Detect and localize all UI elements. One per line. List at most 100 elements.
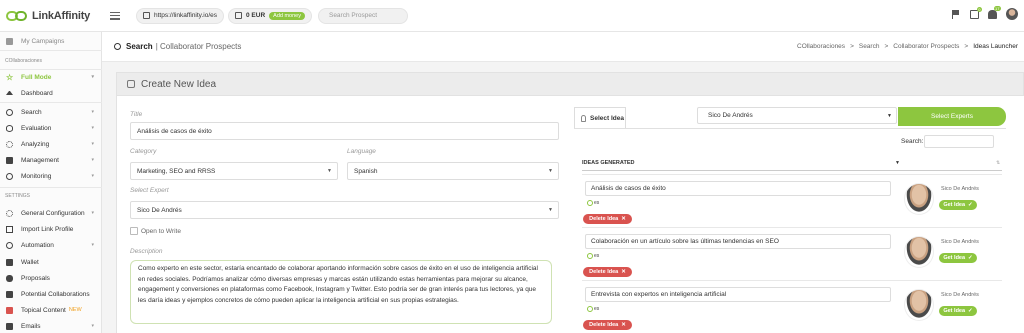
idea-title-input[interactable]: Análisis de casos de éxito — [585, 181, 891, 196]
sidebar-item-label: Management — [21, 156, 59, 164]
thumbs-up-icon — [6, 290, 13, 298]
sort-desc-icon[interactable]: ▼ — [895, 160, 900, 166]
get-idea-label: Get Idea — [943, 308, 966, 314]
page-subtitle: | Collaborator Prospects — [155, 42, 242, 51]
sidebar-item-full-mode[interactable]: ☆ Full Mode ▾ — [0, 71, 102, 83]
sidebar-item-monitoring[interactable]: Monitoring ▾ — [0, 170, 102, 182]
check-icon: ✓ — [968, 255, 973, 261]
breadcrumb-search[interactable]: Search — [859, 43, 880, 50]
sidebar-item-general-configuration[interactable]: General Configuration ▾ — [0, 207, 102, 219]
sort-icon[interactable]: ⇅ — [996, 160, 1000, 166]
table-search-input[interactable] — [924, 135, 994, 148]
category-select[interactable]: Marketing, SEO and RRSS ▼ — [130, 162, 338, 180]
sidebar-item-label: Monitoring — [21, 172, 52, 180]
ideas-expert-select[interactable]: Sico De Andrés ▼ — [697, 107, 897, 124]
sidebar-item-topical-content[interactable]: Topical Content NEW — [0, 304, 102, 316]
menu-icon[interactable] — [110, 11, 120, 20]
sidebar-item-search[interactable]: Search ▾ — [0, 106, 102, 118]
add-money-button[interactable]: Add money — [269, 11, 305, 20]
sidebar-item-label: Full Mode — [21, 73, 52, 81]
sidebar-item-potential-collaborations[interactable]: Potential Collaborations — [0, 288, 102, 300]
chevron-down-icon: ▾ — [91, 141, 94, 147]
delete-idea-button[interactable]: Delete Idea ✕ — [583, 267, 632, 277]
sidebar-item-dashboard[interactable]: Dashboard — [0, 87, 102, 99]
sidebar-item-label: Potential Collaborations — [21, 290, 90, 298]
chevron-down-icon: ▾ — [91, 74, 94, 80]
sidebar-item-label: General Configuration — [21, 209, 85, 217]
sidebar: My Campaigns COllaboraciones ☆ Full Mode… — [0, 32, 102, 333]
category-label: Category — [130, 148, 157, 155]
open-to-write-checkbox[interactable] — [130, 227, 138, 235]
logo-icon — [6, 10, 28, 22]
sidebar-item-analyzing[interactable]: Analyzing ▾ — [0, 138, 102, 150]
topical-content-icon — [6, 306, 13, 314]
sidebar-item-emails[interactable]: Emails ▾ — [0, 320, 102, 332]
select-experts-button[interactable]: Select Experts — [898, 107, 1006, 126]
gear-icon — [6, 140, 13, 148]
divider — [0, 102, 102, 103]
wallet-pill[interactable]: 0 EUR Add money — [228, 7, 312, 24]
chevron-down-icon: ▾ — [91, 157, 94, 163]
sidebar-item-evaluation[interactable]: Evaluation ▾ — [0, 122, 102, 134]
logo[interactable]: LinkAffinity — [0, 10, 100, 22]
expert-select[interactable]: Sico De Andrés ▼ — [130, 201, 559, 219]
bell-icon[interactable]: 17 — [988, 5, 1001, 19]
ideas-column-header[interactable]: IDEAS GENERATED — [582, 160, 1002, 166]
sidebar-item-management[interactable]: Management ▾ — [0, 154, 102, 166]
get-idea-button[interactable]: Get Idea ✓ — [939, 253, 977, 263]
flag-icon[interactable] — [952, 9, 961, 19]
open-to-write-label: Open to Write — [141, 228, 181, 235]
breadcrumb-collaborator-prospects[interactable]: Collaborator Prospects — [893, 43, 959, 50]
wallet-icon — [6, 258, 13, 266]
card-header: Create New Idea — [116, 72, 1024, 96]
tab-divider — [574, 128, 1006, 129]
wallet-icon — [235, 12, 242, 19]
description-textarea[interactable]: Como experto en este sector, estaría enc… — [130, 260, 552, 324]
management-icon — [6, 156, 13, 164]
check-icon: ✓ — [968, 202, 973, 208]
sidebar-item-my-campaigns[interactable]: My Campaigns — [0, 35, 102, 47]
proposals-icon — [6, 274, 13, 282]
idea-language: es — [587, 306, 599, 312]
get-idea-button[interactable]: Get Idea ✓ — [939, 200, 977, 210]
tab-select-idea[interactable]: Select Idea — [574, 107, 626, 129]
language-icon — [587, 306, 593, 312]
sidebar-item-label: Evaluation — [21, 124, 52, 132]
expert-avatar — [904, 289, 934, 321]
cart-icon[interactable]: 0 — [970, 6, 982, 19]
sidebar-item-label: Wallet — [21, 258, 39, 266]
table-row: Entrevista con expertos en inteligencia … — [582, 280, 1002, 332]
idea-title-input[interactable]: Entrevista con expertos en inteligencia … — [585, 287, 891, 302]
delete-idea-button[interactable]: Delete Idea ✕ — [583, 214, 632, 224]
delete-idea-button[interactable]: Delete Idea ✕ — [583, 320, 632, 330]
title-input[interactable]: Análisis de casos de éxito — [130, 122, 559, 140]
close-icon: ✕ — [621, 322, 626, 328]
breadcrumb-collaborations[interactable]: COllaboraciones — [797, 43, 845, 50]
sidebar-item-import-link-profile[interactable]: Import Link Profile — [0, 223, 102, 235]
user-avatar[interactable] — [1006, 8, 1018, 20]
monitoring-icon — [6, 172, 13, 180]
sidebar-item-proposals[interactable]: Proposals — [0, 272, 102, 284]
breadcrumb-separator: > — [964, 43, 969, 50]
language-select[interactable]: Spanish ▼ — [347, 162, 559, 180]
sidebar-item-automation[interactable]: Automation ▾ — [0, 239, 102, 251]
get-idea-label: Get Idea — [943, 202, 966, 208]
balance: 0 EUR — [246, 12, 266, 19]
search-prospect-input[interactable]: Search Prospect — [317, 7, 408, 24]
eye-icon — [6, 124, 13, 132]
sidebar-item-wallet[interactable]: Wallet — [0, 256, 102, 268]
expert-value: Sico De Andrés — [137, 206, 182, 214]
expert-label: Select Expert — [130, 187, 169, 194]
chevron-down-icon: ▼ — [548, 207, 553, 213]
get-idea-button[interactable]: Get Idea ✓ — [939, 306, 977, 316]
site-url-pill[interactable]: https://linkaffinity.io/es — [136, 7, 224, 24]
table-row: Análisis de casos de éxito es Delete Ide… — [582, 174, 1002, 226]
edit-icon — [127, 80, 135, 88]
idea-title-input[interactable]: Colaboración en un artículo sobre las úl… — [585, 234, 891, 249]
search-icon — [114, 43, 121, 50]
description-label: Description — [130, 248, 163, 255]
divider — [0, 187, 102, 188]
top-bar: LinkAffinity https://linkaffinity.io/es … — [0, 0, 1024, 32]
delete-label: Delete Idea — [589, 216, 619, 222]
language-icon — [587, 200, 593, 206]
